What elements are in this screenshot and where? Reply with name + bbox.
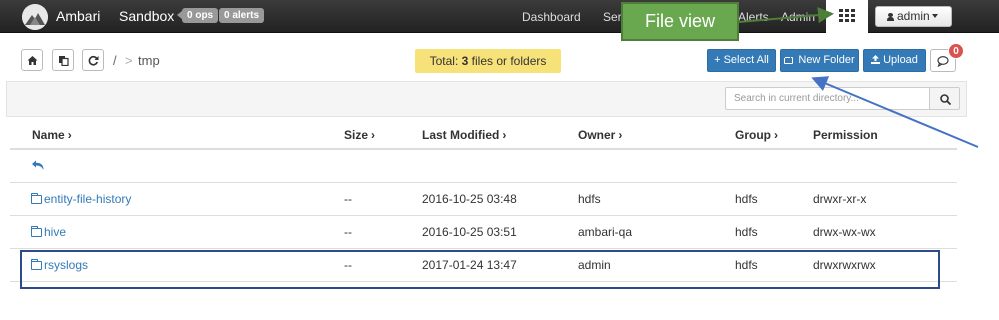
file-modified: 2016-10-25 03:51: [422, 225, 517, 239]
column-header-group[interactable]: Group ›: [735, 128, 778, 142]
column-header-name[interactable]: Name ›: [32, 128, 72, 142]
chevron-down-icon: [931, 14, 938, 18]
chevron-right-icon: ›: [371, 128, 376, 142]
file-permission[interactable]: drwx-wx-wx: [813, 225, 876, 239]
user-icon: [887, 13, 894, 21]
folder-icon: [31, 226, 42, 237]
file-group: hdfs: [735, 225, 758, 239]
file-size: --: [344, 225, 352, 239]
ambari-files-view: Ambari Sandbox 0 ops 0 alerts Dashboard …: [0, 0, 999, 320]
user-menu-button[interactable]: admin: [875, 6, 952, 27]
grid-icon: [839, 9, 855, 23]
column-header-size[interactable]: Size ›: [344, 128, 375, 142]
brand-name[interactable]: Ambari: [56, 8, 100, 24]
file-name: hive: [44, 225, 67, 239]
cluster-name[interactable]: Sandbox: [119, 8, 174, 24]
nav-admin[interactable]: Admin: [781, 10, 815, 24]
header-size-label: Size: [344, 128, 369, 142]
comment-icon: [937, 56, 949, 67]
total-prefix: Total:: [429, 54, 462, 68]
total-suffix: files or folders: [468, 54, 547, 68]
file-owner: ambari-qa: [578, 225, 633, 239]
header-modified-label: Last Modified: [422, 128, 500, 142]
table-row[interactable]: entity-file-history -- 2016-10-25 03:48 …: [10, 183, 957, 216]
folder-icon: [784, 50, 795, 71]
breadcrumb-current[interactable]: tmp: [138, 53, 160, 68]
ambari-logo-icon[interactable]: [22, 4, 48, 30]
notification-count-badge: 0: [948, 43, 964, 59]
chevron-right-icon: ›: [774, 128, 778, 142]
chevron-right-icon: ›: [67, 128, 72, 142]
new-folder-button[interactable]: New Folder: [780, 49, 859, 72]
highlight-box-annotation: [20, 250, 940, 289]
file-size: --: [344, 192, 352, 206]
views-menu-button[interactable]: [826, 0, 868, 33]
upload-icon: [871, 50, 881, 71]
top-navbar: Ambari Sandbox 0 ops 0 alerts Dashboard …: [0, 0, 999, 33]
file-view-callout: File view: [621, 2, 739, 41]
nav-dashboard[interactable]: Dashboard: [522, 10, 581, 24]
new-folder-label: New Folder: [798, 54, 855, 66]
refresh-button[interactable]: [82, 49, 104, 71]
parent-directory-row[interactable]: [10, 150, 957, 183]
back-arrow-icon[interactable]: [31, 160, 45, 171]
home-button[interactable]: [21, 49, 43, 71]
search-button[interactable]: [929, 87, 960, 110]
header-name-label: Name: [32, 128, 65, 142]
chevron-right-icon: ›: [502, 128, 507, 142]
header-group-label: Group: [735, 128, 771, 142]
user-name: admin: [897, 9, 930, 23]
copy-icon: [59, 56, 69, 66]
select-all-label: Select All: [723, 54, 769, 66]
column-header-owner[interactable]: Owner ›: [578, 128, 622, 142]
search-icon: [940, 94, 951, 105]
chevron-right-icon: ›: [618, 128, 623, 142]
column-header-last-modified[interactable]: Last Modified ›: [422, 128, 506, 142]
breadcrumb-separator: >: [125, 53, 133, 68]
header-owner-label: Owner: [578, 128, 616, 142]
folder-icon: [31, 193, 42, 204]
file-owner: hdfs: [578, 192, 601, 206]
file-name-link[interactable]: entity-file-history: [31, 192, 131, 206]
alerts-badge[interactable]: 0 alerts: [219, 8, 265, 23]
file-name-link[interactable]: hive: [31, 225, 66, 239]
plus-icon: +: [714, 54, 721, 66]
total-count-label: Total: 3 files or folders: [415, 49, 561, 73]
file-permission[interactable]: drwxr-xr-x: [813, 192, 866, 206]
search-input[interactable]: [725, 87, 930, 110]
upload-label: Upload: [883, 54, 918, 66]
select-all-button[interactable]: + Select All: [707, 49, 776, 72]
file-name: entity-file-history: [44, 192, 132, 206]
home-icon: [27, 56, 38, 65]
ops-badge[interactable]: 0 ops: [176, 8, 219, 23]
nav-alerts[interactable]: Alerts: [738, 10, 769, 24]
breadcrumb-root[interactable]: /: [113, 53, 117, 68]
refresh-icon: [88, 55, 99, 66]
header-permission-label: Permission: [813, 128, 878, 142]
column-header-permission: Permission: [813, 128, 878, 142]
table-row[interactable]: hive -- 2016-10-25 03:51 ambari-qa hdfs …: [10, 216, 957, 249]
upload-button[interactable]: Upload: [863, 49, 926, 72]
file-modified: 2016-10-25 03:48: [422, 192, 517, 206]
file-group: hdfs: [735, 192, 758, 206]
copy-path-button[interactable]: [52, 49, 74, 71]
